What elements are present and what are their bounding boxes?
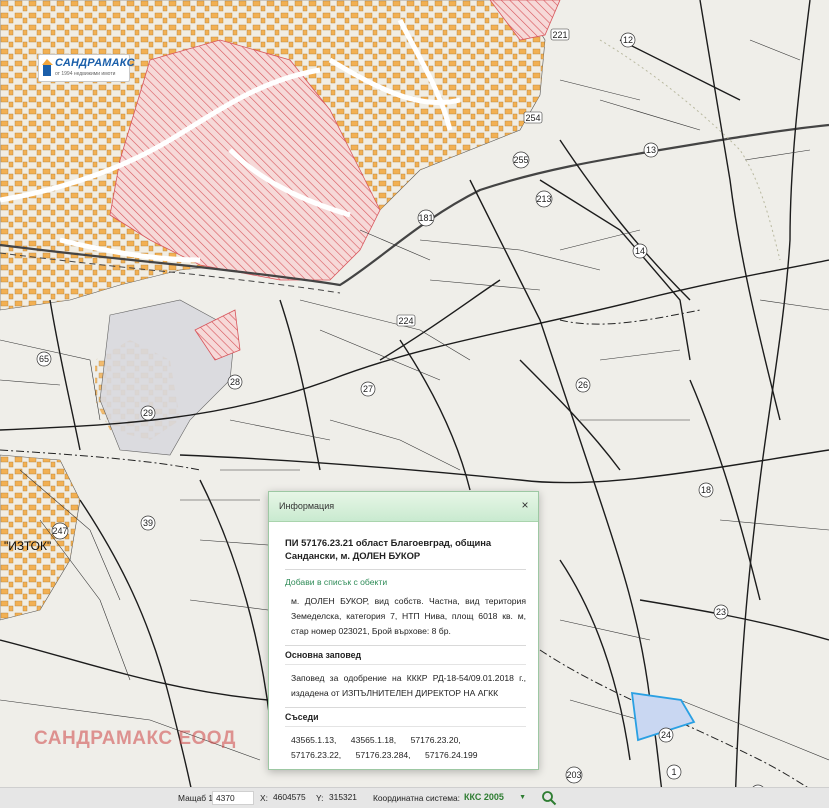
parcel-number: 27 [360, 381, 376, 397]
parcel-number: 12 [620, 32, 636, 48]
neighbor-item: 43565.1.18, [350, 735, 397, 745]
parcel-number: 26 [575, 377, 591, 393]
logo-mark-icon [42, 59, 53, 76]
parcel-number-text: 14 [635, 246, 645, 256]
parcel-number-text: 28 [230, 377, 240, 387]
parcel-title: ПИ 57176.23.21 област Благоевград, общин… [285, 537, 492, 561]
parcel-number-text: 27 [363, 384, 373, 394]
parcel-number: 1 [666, 764, 682, 780]
parcel-number: 24 [658, 727, 674, 743]
parcel-number: 255 [512, 151, 530, 169]
parcel-number-text: 23 [716, 607, 726, 617]
parcel-number: 13 [643, 142, 659, 158]
neighbor-item: 57176.24.199 [424, 750, 478, 760]
neighbor-item: 57176.23.284, [355, 750, 411, 760]
parcel-description: м. ДОЛЕН БУКОР, вид собств. Частна, вид … [291, 596, 526, 636]
neighbors-list: 43565.1.13, 43565.1.18, 57176.23.20, 571… [291, 733, 526, 763]
coord-system-select[interactable]: ККС 2005 ▼ [458, 791, 528, 806]
scale-input[interactable]: 4370 [212, 791, 254, 805]
scale-label: Мащаб 1: [178, 793, 216, 803]
info-panel-title: Информация [279, 501, 335, 511]
parcel-number-text: 24 [661, 730, 671, 740]
svg-text:221: 221 [552, 30, 567, 40]
neighbor-item: 57176.23.22, [291, 750, 342, 760]
parcel-number-text: 18 [701, 485, 711, 495]
parcel-number-text: 65 [39, 354, 49, 364]
add-to-list-link[interactable]: Добави в списък с обекти [285, 577, 387, 587]
divider [285, 569, 526, 570]
chevron-down-icon: ▼ [519, 794, 526, 801]
parcel-number: 29 [140, 405, 156, 421]
place-label: "ИЗТОК" [4, 539, 52, 553]
parcel-number: 247 [51, 522, 69, 540]
parcel-number-text: 29 [143, 408, 153, 418]
x-label: X: [260, 793, 268, 803]
parcel-number-text: 181 [418, 213, 433, 223]
parcel-number-text: 26 [578, 380, 588, 390]
logo-subtext: от 1994 недвижими имоти [55, 71, 116, 77]
search-icon[interactable] [541, 790, 557, 806]
parcel-number: 28 [227, 374, 243, 390]
parcel-number: 181 [417, 209, 435, 227]
parcel-number: 18 [698, 482, 714, 498]
info-panel-body: ПИ 57176.23.21 област Благоевград, общин… [269, 522, 538, 763]
info-panel: Информация × ПИ 57176.23.21 област Благо… [268, 491, 539, 770]
x-coordinate: 4604575 [273, 792, 306, 802]
order-text: Заповед за одобрение на КККР РД-18-54/09… [291, 673, 526, 698]
info-panel-header[interactable]: Информация × [269, 492, 538, 522]
parcel-number-text: 247 [52, 526, 67, 536]
parcel-number: 203 [565, 766, 583, 784]
y-label: Y: [316, 793, 324, 803]
neighbors-heading: Съседи [285, 707, 526, 727]
neighbor-item: 57176.23.20, [410, 735, 461, 745]
parcel-number: 39 [140, 515, 156, 531]
parcel-number-text: 12 [623, 35, 633, 45]
parcel-number-text: 213 [536, 194, 551, 204]
svg-text:224: 224 [398, 316, 413, 326]
coord-system-label: Координатна система: [373, 793, 460, 803]
parcel-number: 213 [535, 190, 553, 208]
parcel-number-text: 1 [671, 767, 676, 777]
watermark: САНДРАМАКС ЕООД [34, 728, 236, 749]
parcel-number: 65 [36, 351, 52, 367]
y-coordinate: 315321 [329, 792, 357, 802]
order-heading: Основна заповед [285, 645, 526, 665]
parcel-number-text: 203 [566, 770, 581, 780]
parcel-number: 14 [632, 243, 648, 259]
close-icon[interactable]: × [518, 498, 532, 512]
parcel-number-text: 39 [143, 518, 153, 528]
status-bar: Мащаб 1: 4370 X: 4604575 Y: 315321 Коорд… [0, 787, 829, 808]
parcel-number-text: 13 [646, 145, 656, 155]
coord-system-value: ККС 2005 [464, 792, 504, 802]
parcel-number: 23 [713, 604, 729, 620]
company-logo: САНДРАМАКС от 1994 недвижими имоти [38, 54, 135, 82]
svg-text:254: 254 [525, 113, 540, 123]
neighbor-item: 43565.1.13, [291, 735, 337, 745]
parcel-number-text: 255 [513, 155, 528, 165]
logo-text: САНДРАМАКС [55, 57, 135, 69]
